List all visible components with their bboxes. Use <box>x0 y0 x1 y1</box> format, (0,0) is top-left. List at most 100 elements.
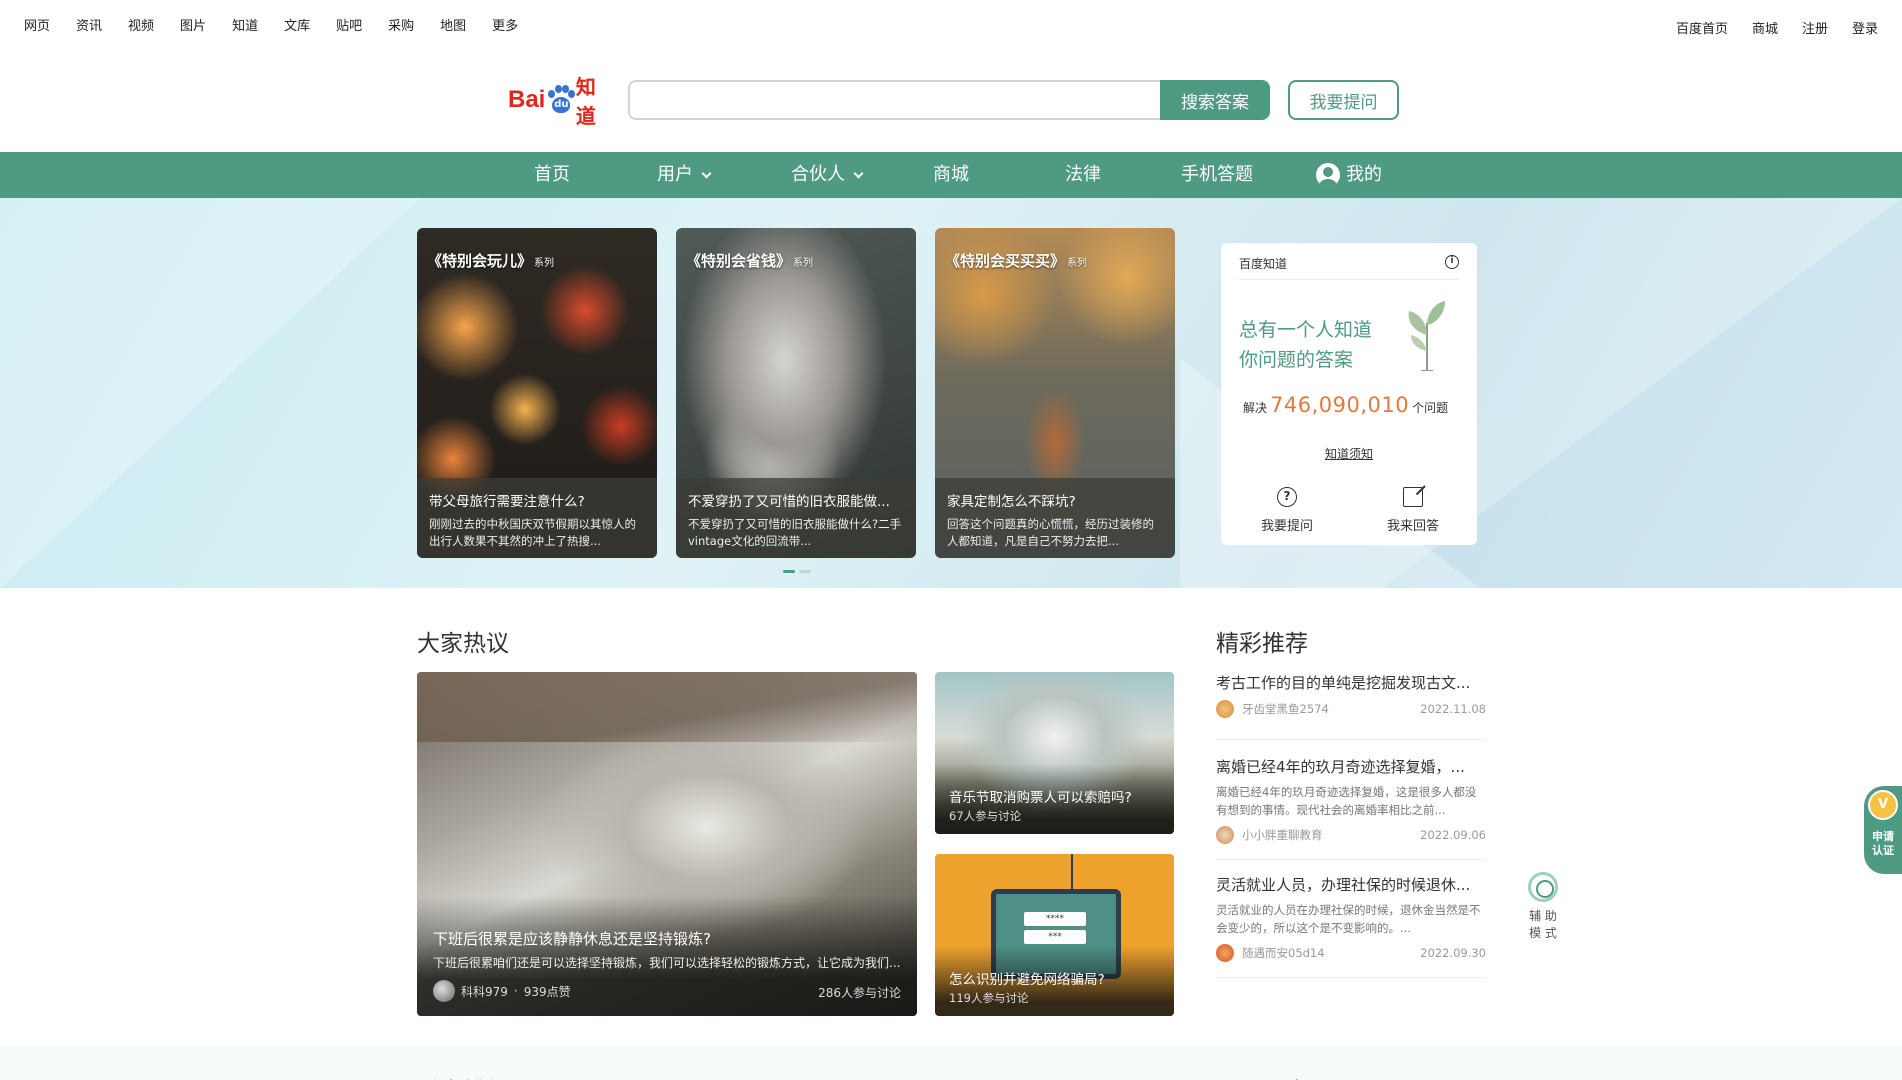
nav-user-label: 用户 <box>657 164 693 185</box>
side-tool-label: 辅 助 <box>1529 909 1557 923</box>
paw-toe <box>568 90 576 98</box>
top-nav-login[interactable]: 登录 <box>1852 18 1878 37</box>
divider <box>1239 279 1459 280</box>
chevron-down-icon <box>701 168 712 178</box>
nav-mine[interactable]: 我的 <box>1316 152 1382 198</box>
top-nav-register[interactable]: 注册 <box>1802 18 1828 37</box>
card-desc: 回答这个问题真的心慌慌，经历过装修的人都知道，凡是自己不努力去把... <box>947 517 1154 548</box>
slogan-line: 总有一个人知道 <box>1239 319 1373 341</box>
hot-main-desc: 下班后很累咱们还是可以选择坚持锻炼，我们可以选择轻松的锻炼方式，让它成为我们..… <box>433 956 901 970</box>
nav-mobile-answer[interactable]: 手机答题 <box>1181 152 1253 198</box>
hot-main-author: 科科979 · 939点赞 <box>433 980 571 1002</box>
apply-certification-tab[interactable]: V 申请认证 <box>1864 786 1902 874</box>
author-name: 小小胖重聊教育 <box>1242 828 1323 842</box>
recommend-desc: 灵活就业的人员在办理社保的时候，退休金当然是不会变少的，所以这个是不变影响的。.… <box>1216 903 1481 935</box>
top-nav: 网页 资讯 视频 图片 知道 文库 贴吧 采购 地图 更多 百度首页 商城 注册… <box>0 0 1902 48</box>
hot-side-card[interactable]: 音乐节取消购票人可以索赔吗? 67人参与讨论 <box>935 672 1174 834</box>
top-nav-wenku[interactable]: 文库 <box>284 15 310 34</box>
accessibility-mode-button[interactable]: 辅 助 模 式 <box>1528 872 1558 942</box>
accessibility-icon <box>1528 872 1558 902</box>
top-nav-zhidao[interactable]: 知道 <box>232 15 258 34</box>
chevron-down-icon <box>853 168 864 178</box>
top-nav-image[interactable]: 图片 <box>180 15 206 34</box>
hero-banner: 《特别会玩儿》 系列 带父母旅行需要注意什么? 刚刚过去的中秋国庆双节假期以其惊人… <box>0 198 1902 588</box>
card-series: 《特别会买买买》 系列 <box>945 250 1087 271</box>
carousel-dot[interactable] <box>783 570 795 573</box>
intro-ask-button[interactable]: ? 我要提问 <box>1247 487 1327 534</box>
zhidao-notice-link[interactable]: 知道须知 <box>1221 445 1477 462</box>
paw-toe <box>555 85 563 93</box>
recommend-item[interactable]: 离婚已经4年的玖月奇迹选择复婚，... 离婚已经4年的玖月奇迹选择复婚，这是很多… <box>1216 756 1486 860</box>
carousel-dots <box>783 570 811 573</box>
nav-partner[interactable]: 合伙人 <box>791 152 864 198</box>
intro-answer-button[interactable]: 我来回答 <box>1373 487 1453 534</box>
paw-toe <box>548 90 556 98</box>
top-nav-more[interactable]: 更多 <box>492 15 518 34</box>
post-date: 2022.09.06 <box>1420 828 1486 842</box>
password-field: **** <box>1024 912 1086 926</box>
paw-icon: du <box>546 85 576 115</box>
nav-mall[interactable]: 商城 <box>933 152 969 198</box>
carousel-card[interactable]: 《特别会省钱》 系列 不爱穿扔了又可惜的旧衣服能做... 不爱穿扔了又可惜的旧衣服… <box>676 228 916 558</box>
recommend-title: 考古工作的目的单纯是挖掘发现古文... <box>1216 674 1471 692</box>
nav-mobile-label: 手机答题 <box>1181 164 1253 185</box>
sprout-icon <box>1408 301 1445 371</box>
top-nav-purchase[interactable]: 采购 <box>388 15 414 34</box>
card-series-tag: 系列 <box>534 258 555 269</box>
ask-question-button[interactable]: 我要提问 <box>1288 80 1399 120</box>
card-title: 家具定制怎么不踩坑? <box>947 494 1076 510</box>
top-nav-left: 网页 资讯 视频 图片 知道 文库 贴吧 采购 地图 更多 <box>24 15 544 34</box>
top-nav-right: 百度首页 商城 注册 登录 <box>1652 18 1878 37</box>
nav-home[interactable]: 首页 <box>534 152 570 198</box>
logo-du-text: du <box>552 97 571 113</box>
card-series-tag: 系列 <box>793 258 814 269</box>
top-nav-video[interactable]: 视频 <box>128 15 154 34</box>
top-nav-news[interactable]: 资讯 <box>76 15 102 34</box>
nav-user[interactable]: 用户 <box>657 152 712 198</box>
info-icon[interactable]: i <box>1445 255 1459 269</box>
solved-suffix: 个问题 <box>1412 401 1449 415</box>
top-nav-web[interactable]: 网页 <box>24 15 50 34</box>
card-info: 家具定制怎么不踩坑? 回答这个问题真的心慌慌，经历过装修的人都知道，凡是自己不努… <box>935 478 1175 558</box>
side-tool-label: 模 式 <box>1529 926 1557 940</box>
carousel-card[interactable]: 《特别会买买买》 系列 家具定制怎么不踩坑? 回答这个问题真的心慌慌，经历过装修的… <box>935 228 1175 558</box>
hot-side-title: 怎么识别并避免网络骗局? <box>949 972 1105 988</box>
author-name: 科科979 <box>461 984 508 999</box>
solved-number: 746,090,010 <box>1270 393 1410 417</box>
logo-zhidao-text: 知道 <box>575 75 596 128</box>
carousel-card[interactable]: 《特别会玩儿》 系列 带父母旅行需要注意什么? 刚刚过去的中秋国庆双节假期以其惊人… <box>417 228 657 558</box>
top-nav-tieba[interactable]: 贴吧 <box>336 15 362 34</box>
author-name: 随遇而安05d14 <box>1242 946 1325 960</box>
carousel-dot[interactable] <box>799 570 811 573</box>
password-field: *** <box>1024 930 1086 944</box>
hot-main-card[interactable]: 下班后很累是应该静静休息还是坚持锻炼? 下班后很累咱们还是可以选择坚持锻炼，我们… <box>417 672 917 1016</box>
hot-main-title: 下班后很累是应该静静休息还是坚持锻炼? <box>433 930 711 948</box>
intro-header: 百度知道 <box>1239 257 1288 271</box>
edit-icon <box>1403 487 1423 507</box>
recommend-item[interactable]: 考古工作的目的单纯是挖掘发现古文... 牙齿堂黑鱼2574 2022.11.08 <box>1216 672 1486 740</box>
top-nav-baidu-home[interactable]: 百度首页 <box>1676 18 1728 37</box>
card-series-name: 《特别会省钱》 <box>686 252 792 270</box>
user-icon <box>1316 163 1340 187</box>
search-answer-button[interactable]: 搜索答案 <box>1160 80 1270 120</box>
baidu-zhidao-logo[interactable]: Bai du 知道 <box>508 75 614 128</box>
nav-mall-label: 商城 <box>933 164 969 185</box>
question-icon: ? <box>1277 487 1297 507</box>
hot-side-card[interactable]: **** *** 怎么识别并避免网络骗局? 119人参与讨论 <box>935 854 1174 1016</box>
slogan-line: 你问题的答案 <box>1239 349 1354 371</box>
recommend-title: 离婚已经4年的玖月奇迹选择复婚，... <box>1216 758 1465 776</box>
top-nav-map[interactable]: 地图 <box>440 15 466 34</box>
recommend-item[interactable]: 灵活就业人员，办理社保的时候退休... 灵活就业的人员在办理社保的时候，退休金当… <box>1216 874 1486 978</box>
separator-dot: · <box>513 984 518 998</box>
nav-law[interactable]: 法律 <box>1065 152 1101 198</box>
avatar <box>1216 700 1234 718</box>
recommend-desc: 离婚已经4年的玖月奇迹选择复婚，这是很多人都没有想到的事情。现代社会的离婚率相比… <box>1216 785 1477 817</box>
top-nav-mall[interactable]: 商城 <box>1752 18 1778 37</box>
card-desc: 不爱穿扔了又可惜的旧衣服能做什么?二手vintage文化的回流带... <box>688 517 902 548</box>
search-input[interactable] <box>628 80 1160 120</box>
solved-prefix: 解决 <box>1243 401 1268 415</box>
card-series-tag: 系列 <box>1067 258 1088 269</box>
activity-notice-title: 活动公告 <box>1216 1072 1308 1080</box>
card-series: 《特别会玩儿》 系列 <box>427 250 554 271</box>
hero-bg-shape <box>0 198 420 588</box>
